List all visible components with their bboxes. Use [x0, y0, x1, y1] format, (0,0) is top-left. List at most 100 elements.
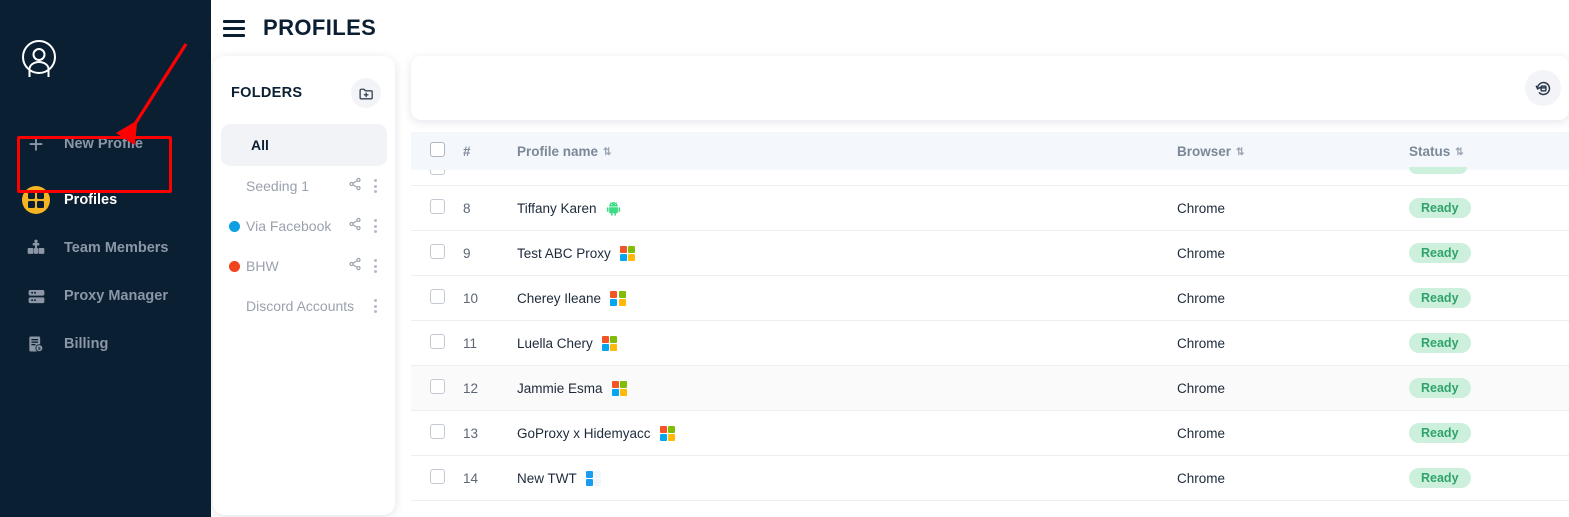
column-label: Browser: [1177, 143, 1232, 159]
row-profile-name[interactable]: Luella Chery: [517, 321, 1177, 366]
row-checkbox[interactable]: [429, 244, 445, 259]
profile-name-label: Test ABC Proxy: [517, 245, 611, 261]
profiles-table-wrap[interactable]: # Profile name ⇅ Browser ⇅ Status ⇅ 8 Ti…: [411, 132, 1569, 517]
share-icon[interactable]: [348, 217, 362, 236]
hamburger-icon[interactable]: [223, 19, 245, 37]
row-number: 14: [463, 470, 479, 486]
row-checkbox-cell[interactable]: [411, 276, 463, 321]
row-checkbox[interactable]: [429, 469, 445, 484]
folder-menu-icon[interactable]: [370, 217, 381, 235]
table-row[interactable]: 12 Jammie Esma Chrome Ready: [411, 365, 1569, 411]
row-status: Ready: [1409, 366, 1569, 411]
sidebar-item-label: Profiles: [64, 192, 118, 208]
row-profile-name[interactable]: Test ABC Proxy: [517, 231, 1177, 276]
row-number: 8: [463, 200, 471, 216]
folder-item-via-facebook[interactable]: Via Facebook: [221, 206, 387, 246]
status-badge: Ready: [1409, 288, 1471, 308]
status-badge: Ready: [1409, 198, 1471, 218]
profile-name-label: Tiffany Karen: [517, 200, 597, 216]
table-row[interactable]: 13 GoProxy x Hidemyacc Chrome Ready: [411, 410, 1569, 456]
row-status: Ready: [1409, 276, 1569, 321]
row-browser: [1177, 170, 1409, 186]
sort-icon[interactable]: ⇅: [603, 147, 611, 158]
table-row[interactable]: 9 Test ABC Proxy Chrome Ready: [411, 230, 1569, 276]
row-checkbox-cell[interactable]: [411, 186, 463, 231]
row-profile-name[interactable]: Tiffany Karen: [517, 186, 1177, 231]
windows-icon: [659, 425, 676, 441]
profiles-table: # Profile name ⇅ Browser ⇅ Status ⇅ 8 Ti…: [411, 132, 1569, 501]
sidebar-item-label: Proxy Manager: [64, 288, 168, 304]
row-checkbox-cell[interactable]: [411, 231, 463, 276]
row-checkbox[interactable]: [429, 334, 445, 349]
folder-label: All: [251, 136, 269, 153]
row-profile-name[interactable]: Cherey Ileane: [517, 276, 1177, 321]
row-status: [1409, 167, 1569, 186]
sidebar-item-label: Team Members: [64, 240, 169, 256]
row-name: [517, 170, 1177, 186]
server-icon: [22, 282, 50, 310]
select-all-checkbox[interactable]: [429, 142, 445, 157]
folder-item-all[interactable]: All: [221, 124, 387, 166]
row-checkbox[interactable]: [429, 199, 445, 214]
table-row[interactable]: 11 Luella Chery Chrome Ready: [411, 320, 1569, 366]
table-row[interactable]: 8 Tiffany Karen Chrome Ready: [411, 185, 1569, 231]
sidebar-item-proxy-manager[interactable]: Proxy Manager: [0, 272, 211, 320]
row-profile-name[interactable]: New TWT: [517, 456, 1177, 501]
row-checkbox-cell[interactable]: [411, 170, 463, 186]
row-browser: Chrome: [1177, 425, 1226, 441]
column-header-number[interactable]: #: [463, 132, 517, 170]
sort-icon[interactable]: ⇅: [1455, 147, 1463, 158]
table-row[interactable]: 10 Cherey Ileane Chrome Ready: [411, 275, 1569, 321]
table-row-partial[interactable]: [411, 167, 1569, 186]
page-title: PROFILES: [263, 15, 377, 40]
refresh-profile-icon[interactable]: [1525, 70, 1561, 106]
column-header-profile-name[interactable]: Profile name ⇅: [517, 132, 1177, 170]
sidebar-item-new-profile[interactable]: + New Profile: [0, 118, 211, 170]
row-checkbox[interactable]: [429, 170, 445, 175]
sidebar: + New Profile Profiles Team Members Prox…: [0, 0, 211, 517]
folder-color-dot: [229, 301, 240, 312]
folder-menu-icon[interactable]: [370, 177, 381, 195]
row-checkbox-cell[interactable]: [411, 366, 463, 411]
row-checkbox-cell[interactable]: [411, 456, 463, 501]
column-header-browser[interactable]: Browser ⇅: [1177, 132, 1409, 170]
sidebar-nav: + New Profile Profiles Team Members Prox…: [0, 118, 211, 368]
table-row[interactable]: 14 New TWT Chrome Ready: [411, 455, 1569, 501]
folders-panel: FOLDERS All Seeding 1 Via Facebook BHW D…: [213, 56, 395, 515]
sort-icon[interactable]: ⇅: [1236, 147, 1244, 158]
sidebar-item-team-members[interactable]: Team Members: [0, 224, 211, 272]
folder-label: Seeding 1: [246, 177, 310, 194]
folder-color-dot: [229, 181, 240, 192]
column-header-status[interactable]: Status ⇅: [1409, 132, 1569, 170]
select-all-header[interactable]: [411, 132, 463, 170]
status-badge: Ready: [1409, 378, 1471, 398]
folder-item-discord-accounts[interactable]: Discord Accounts: [221, 286, 387, 326]
user-avatar-icon[interactable]: [22, 40, 56, 74]
profiles-toolbar: [411, 56, 1569, 120]
avatar[interactable]: [0, 0, 211, 74]
row-checkbox[interactable]: [429, 379, 445, 394]
folder-menu-icon[interactable]: [370, 257, 381, 275]
status-badge: Ready: [1409, 243, 1471, 263]
windows-icon: [610, 290, 626, 306]
folder-menu-icon[interactable]: [370, 297, 381, 315]
row-status: Ready: [1409, 411, 1569, 456]
folders-title: FOLDERS: [231, 85, 303, 101]
sidebar-item-profiles[interactable]: Profiles: [0, 176, 211, 224]
share-icon[interactable]: [348, 177, 362, 196]
row-profile-name[interactable]: GoProxy x Hidemyacc: [517, 411, 1177, 456]
sidebar-item-billing[interactable]: $ Billing: [0, 320, 211, 368]
folder-item-bhw[interactable]: BHW: [221, 246, 387, 286]
folder-list: All Seeding 1 Via Facebook BHW Discord A…: [213, 124, 395, 326]
column-label: Status: [1409, 143, 1451, 159]
share-icon[interactable]: [348, 257, 362, 276]
folder-item-seeding-1[interactable]: Seeding 1: [221, 166, 387, 206]
row-checkbox-cell[interactable]: [411, 321, 463, 366]
row-checkbox[interactable]: [429, 424, 445, 439]
table-body: 8 Tiffany Karen Chrome Ready 9 Test ABC Proxy…: [411, 167, 1569, 501]
folder-plus-icon[interactable]: [351, 78, 381, 108]
row-checkbox-cell[interactable]: [411, 411, 463, 456]
row-number: 11: [463, 335, 478, 351]
row-profile-name[interactable]: Jammie Esma: [517, 366, 1177, 411]
row-checkbox[interactable]: [429, 289, 445, 304]
